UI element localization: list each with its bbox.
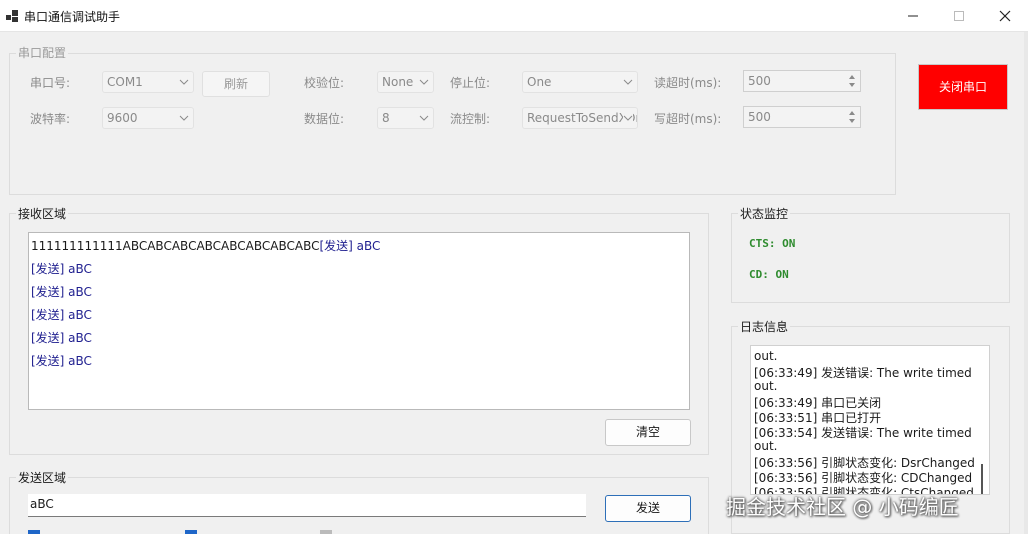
port-label: 串口号: xyxy=(30,76,71,90)
write-timeout-value: 500 xyxy=(748,110,771,124)
log-line: out. xyxy=(754,439,778,453)
port-value: COM1 xyxy=(107,75,143,89)
minimize-icon xyxy=(908,15,918,17)
chevron-down-icon xyxy=(179,115,189,121)
app-icon xyxy=(6,10,18,22)
receive-legend: 接收区域 xyxy=(16,205,69,222)
log-line: [06:33:49] 发送错误: The write timed xyxy=(754,366,972,380)
receive-line: [发送] aBC xyxy=(31,308,92,322)
status-legend: 状态监控 xyxy=(738,205,791,222)
read-timeout-value: 500 xyxy=(748,74,771,88)
databits-label: 数据位: xyxy=(304,112,345,126)
port-select[interactable]: COM1 xyxy=(102,71,194,93)
parity-select[interactable]: None xyxy=(377,71,434,93)
read-timeout-input[interactable]: 500 xyxy=(743,70,861,92)
spinner-arrows-icon[interactable] xyxy=(846,72,858,90)
checkbox-partial[interactable] xyxy=(28,530,40,534)
receive-textarea[interactable]: 111111111111ABCABCABCABCABCABCABCABC[发送]… xyxy=(28,232,690,410)
log-line: [06:33:56] 引脚状态变化: CDChanged xyxy=(754,471,973,485)
log-line: out. xyxy=(754,379,778,393)
read-timeout-label: 读超时(ms): xyxy=(654,76,722,90)
clear-button[interactable]: 清空 xyxy=(605,419,691,446)
log-line: [06:33:51] 串口已打开 xyxy=(754,411,882,425)
close-port-button[interactable]: 关闭串口 xyxy=(918,64,1008,110)
parity-value: None xyxy=(382,75,414,89)
flow-label: 流控制: xyxy=(450,112,491,126)
send-button[interactable]: 发送 xyxy=(605,495,691,522)
close-window-button[interactable] xyxy=(982,0,1028,32)
send-input-value: aBC xyxy=(30,497,54,511)
receive-line: 111111111111ABCABCABCABCABCABCABCABC[发送]… xyxy=(31,239,381,253)
window-title: 串口通信调试助手 xyxy=(24,10,121,24)
close-icon xyxy=(999,10,1011,22)
log-scrollbar-thumb[interactable] xyxy=(981,464,983,494)
receive-line: [发送] aBC xyxy=(31,331,92,345)
chevron-down-icon xyxy=(179,79,189,85)
checkbox-partial[interactable] xyxy=(185,530,197,534)
flow-value: RequestToSendXOnXOff xyxy=(527,111,637,125)
maximize-icon xyxy=(954,11,964,21)
baud-label: 波特率: xyxy=(30,112,71,126)
receive-line: [发送] aBC xyxy=(31,354,92,368)
log-line: [06:33:54] 发送错误: The write timed xyxy=(754,426,972,440)
watermark: 掘金技术社区 @ 小码编匠 xyxy=(726,495,959,519)
cd-status: CD: ON xyxy=(749,268,789,281)
flow-select[interactable]: RequestToSendXOnXOff xyxy=(522,107,638,129)
databits-value: 8 xyxy=(382,111,390,125)
refresh-button[interactable]: 刷新 xyxy=(202,71,270,97)
stopbits-select[interactable]: One xyxy=(522,71,638,93)
log-line: out. xyxy=(754,349,778,363)
receive-line: [发送] aBC xyxy=(31,262,92,276)
databits-select[interactable]: 8 xyxy=(377,107,434,129)
config-legend: 串口配置 xyxy=(16,44,69,61)
baud-value: 9600 xyxy=(107,111,138,125)
parity-label: 校验位: xyxy=(304,76,345,90)
scroll-gutter xyxy=(1024,32,1028,534)
stopbits-label: 停止位: xyxy=(450,76,491,90)
checkbox-partial[interactable] xyxy=(320,530,332,534)
cts-status: CTS: ON xyxy=(749,237,796,250)
write-timeout-input[interactable]: 500 xyxy=(743,106,861,128)
log-legend: 日志信息 xyxy=(738,318,791,335)
minimize-button[interactable] xyxy=(890,0,936,32)
write-timeout-label: 写超时(ms): xyxy=(654,112,722,126)
spinner-arrows-icon[interactable] xyxy=(846,108,858,126)
chevron-down-icon xyxy=(623,79,633,85)
baud-select[interactable]: 9600 xyxy=(102,107,194,129)
send-input[interactable]: aBC xyxy=(28,494,586,517)
log-line: [06:33:49] 串口已关闭 xyxy=(754,396,882,410)
log-line: [06:33:56] 引脚状态变化: DsrChanged xyxy=(754,456,975,470)
stopbits-value: One xyxy=(527,75,552,89)
receive-line: [发送] aBC xyxy=(31,285,92,299)
chevron-down-icon xyxy=(419,115,429,121)
chevron-down-icon xyxy=(419,79,429,85)
status-panel xyxy=(731,213,1010,303)
send-legend: 发送区域 xyxy=(16,469,69,486)
title-bar: 串口通信调试助手 xyxy=(0,0,1028,32)
chevron-down-icon xyxy=(623,113,633,123)
log-textarea[interactable]: out. [06:33:49] 发送错误: The write timed ou… xyxy=(750,345,990,495)
maximize-button[interactable] xyxy=(936,0,982,32)
